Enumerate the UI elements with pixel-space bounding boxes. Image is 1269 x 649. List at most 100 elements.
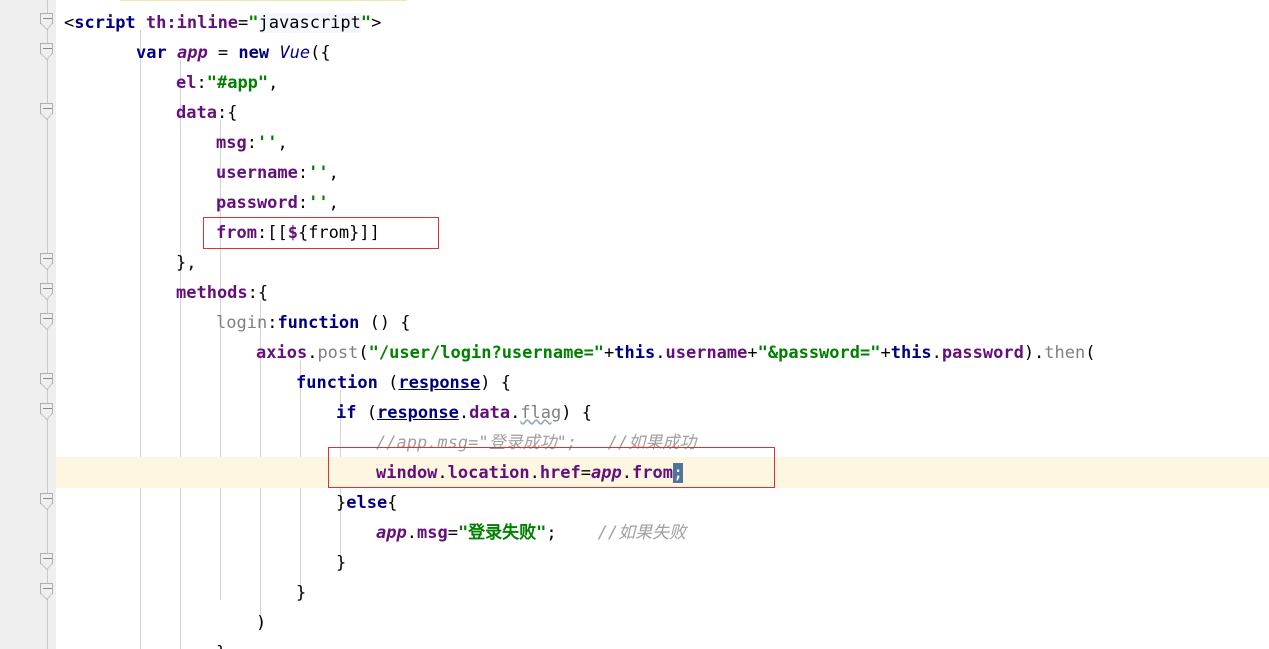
code-token: , — [328, 193, 339, 213]
code-line[interactable]: login:function () { — [0, 308, 1269, 338]
code-token: '' — [308, 193, 329, 213]
code-token: '' — [256, 133, 278, 153]
code-token: th:inline — [145, 13, 239, 33]
code-token: } — [336, 493, 347, 513]
code-line[interactable]: axios.post("/user/login?username="+this.… — [0, 338, 1269, 368]
code-token: : — [246, 133, 257, 153]
code-token: " — [248, 13, 259, 33]
code-token: . — [437, 463, 448, 483]
code-token: : — [267, 313, 278, 333]
code-token: data — [469, 403, 511, 423]
code-token: = — [238, 13, 249, 33]
code-token: " — [360, 13, 372, 33]
code-token: ; — [672, 463, 684, 483]
code-token: . — [510, 403, 521, 423]
code-token: password — [941, 343, 1024, 363]
code-token: } — [296, 583, 307, 603]
code-token: :{ — [216, 103, 238, 123]
code-token: , — [277, 133, 288, 153]
code-token: data — [176, 103, 217, 123]
code-token: msg — [216, 133, 247, 153]
code-token: + — [880, 343, 891, 363]
code-token: : — [297, 163, 309, 183]
code-line[interactable]: msg:'', — [0, 128, 1269, 158]
code-token: if — [336, 403, 357, 423]
code-token: . — [406, 523, 417, 543]
code-token: :{ — [247, 283, 269, 303]
code-token: href — [539, 463, 581, 483]
code-token: ( — [377, 373, 399, 393]
code-token: } — [349, 223, 360, 243]
code-line[interactable]: } — [0, 548, 1269, 578]
code-token: = — [580, 463, 592, 483]
code-token: methods — [176, 283, 248, 303]
code-token: : — [196, 73, 207, 93]
code-token: '' — [308, 163, 329, 183]
code-line[interactable]: } — [0, 638, 1269, 649]
code-line[interactable]: el:"#app", — [0, 68, 1269, 98]
code-token: flag — [520, 403, 562, 423]
code-token: : — [297, 193, 309, 213]
code-line[interactable]: window.location.href=app.from; — [0, 458, 1269, 488]
code-token: from — [631, 463, 673, 483]
code-line[interactable]: } — [0, 578, 1269, 608]
code-token: window — [376, 463, 438, 483]
code-line[interactable]: from:[[${from}]] — [0, 218, 1269, 248]
code-token: }, — [176, 253, 197, 273]
code-token: . — [458, 403, 470, 423]
code-token: response — [398, 373, 481, 393]
code-token: post — [317, 343, 359, 363]
code-line[interactable]: password:'', — [0, 188, 1269, 218]
code-token: app — [176, 43, 208, 63]
code-line[interactable]: app.msg="登录失败"; //如果失败 — [0, 518, 1269, 548]
code-line[interactable]: var app = new Vue({ — [0, 38, 1269, 68]
code-token: { — [297, 223, 309, 243]
code-token: "#app" — [206, 73, 269, 93]
code-token: . — [529, 463, 540, 483]
code-token: + — [747, 343, 758, 363]
code-token: = — [447, 523, 458, 543]
code-token: . — [307, 343, 318, 363]
code-token: = — [207, 43, 239, 63]
code-token: , — [268, 73, 279, 93]
code-token: ( — [1085, 343, 1096, 363]
code-token: function — [296, 373, 378, 393]
code-token: else — [346, 493, 388, 513]
code-token: axios — [256, 343, 308, 363]
code-token: ). — [1023, 343, 1045, 363]
code-line[interactable]: ) — [0, 608, 1269, 638]
code-token: ( — [358, 343, 369, 363]
code-line[interactable]: if (response.data.flag) { — [0, 398, 1269, 428]
code-line[interactable]: methods:{ — [0, 278, 1269, 308]
code-line[interactable]: //app.msg="登录成功"; //如果成功 — [0, 428, 1269, 458]
clipped-line-above — [0, 0, 1269, 4]
code-line[interactable]: }, — [0, 248, 1269, 278]
code-token: . — [621, 463, 632, 483]
code-line[interactable]: <script th:inline="javascript"> — [0, 8, 1269, 38]
code-token: //如果失败 — [597, 523, 687, 543]
code-token: , — [328, 163, 339, 183]
code-token: app — [376, 523, 407, 543]
code-line[interactable]: username:'', — [0, 158, 1269, 188]
code-token: function — [277, 313, 360, 333]
code-line[interactable]: data:{ — [0, 98, 1269, 128]
code-token: . — [931, 343, 942, 363]
code-token: ) { — [561, 403, 592, 423]
code-token: //app.msg="登录成功"; //如果成功 — [376, 433, 697, 453]
code-token: } — [216, 643, 226, 649]
code-token: "登录失败" — [457, 523, 547, 543]
code-token: password — [216, 193, 298, 213]
code-editor[interactable]: <script th:inline="javascript"> var app =… — [0, 0, 1269, 649]
code-token: from — [216, 223, 257, 243]
code-token: app — [591, 463, 622, 483]
code-token: this — [614, 343, 656, 363]
code-token: < — [64, 13, 75, 33]
code-token: from — [308, 223, 350, 243]
code-token: "/user/login?username=" — [368, 343, 605, 363]
code-line[interactable]: function (response) { — [0, 368, 1269, 398]
code-token: Vue — [279, 43, 311, 63]
code-line[interactable]: }else{ — [0, 488, 1269, 518]
code-token: } — [336, 553, 347, 573]
